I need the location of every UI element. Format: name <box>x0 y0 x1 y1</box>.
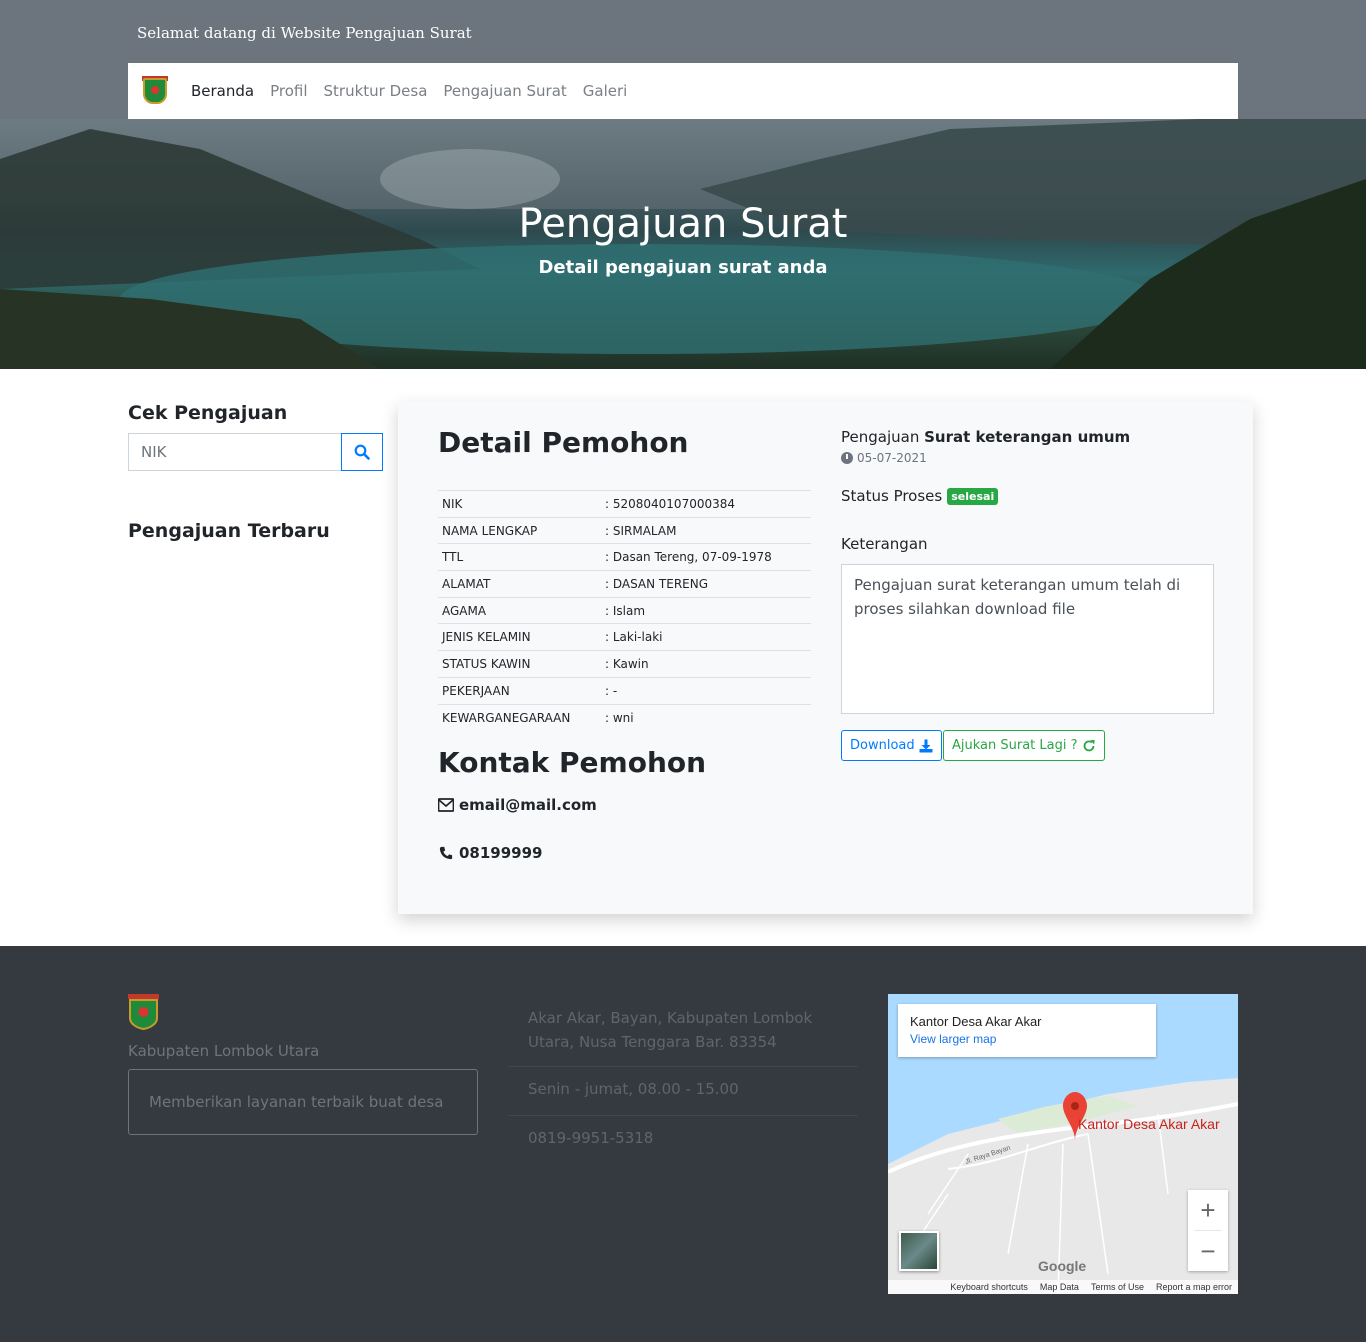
info-value: : Kawin <box>601 650 811 678</box>
info-label: NAMA LENGKAP <box>438 516 601 544</box>
info-value: : SIRMALAM <box>601 516 811 544</box>
nav-struktur-desa[interactable]: Struktur Desa <box>324 82 428 100</box>
pengajuan-jenis: Surat keterangan umum <box>924 428 1131 446</box>
keterangan-textarea[interactable]: Pengajuan surat keterangan umum telah di… <box>841 564 1214 714</box>
nav-pengajuan-surat[interactable]: Pengajuan Surat <box>443 82 566 100</box>
village-logo[interactable] <box>142 76 168 106</box>
pengajuan-prefix: Pengajuan <box>841 428 920 446</box>
kontak-pemohon-title: Kontak Pemohon <box>438 746 707 779</box>
info-label: NIK <box>438 490 601 518</box>
info-value: : Islam <box>601 596 811 624</box>
status-badge: selesai <box>947 487 999 505</box>
info-row: JENIS KELAMIN: Laki-laki <box>438 623 811 651</box>
phone-icon <box>439 846 453 860</box>
pemohon-info-table: NIK: 5208040107000384 NAMA LENGKAP: SIRMA… <box>438 490 811 731</box>
envelope-icon <box>438 798 454 812</box>
nav-beranda[interactable]: Beranda <box>191 82 254 100</box>
info-row: NIK: 5208040107000384 <box>438 490 811 518</box>
map-zoom-control: + − <box>1188 1190 1228 1271</box>
info-row: STATUS KAWIN: Kawin <box>438 650 811 678</box>
email-text: email@mail.com <box>459 796 597 814</box>
cek-pengajuan-title: Cek Pengajuan <box>128 402 288 424</box>
navbar: Beranda Profil Struktur Desa Pengajuan S… <box>128 63 1238 119</box>
map-footer: Keyboard shortcuts Map Data Terms of Use… <box>888 1280 1238 1294</box>
map-marker-label: Kantor Desa Akar Akar <box>1078 1116 1220 1132</box>
satellite-toggle[interactable] <box>899 1231 939 1271</box>
zoom-in-button[interactable]: + <box>1188 1190 1228 1230</box>
info-row: TTL: Dasan Tereng, 07-09-1978 <box>438 543 811 571</box>
welcome-text: Selamat datang di Website Pengajuan Sura… <box>137 24 472 42</box>
status-label: Status Proses <box>841 487 943 505</box>
ajukan-lagi-button[interactable]: Ajukan Surat Lagi ? <box>943 730 1105 761</box>
ajukan-lagi-label: Ajukan Surat Lagi ? <box>952 738 1078 753</box>
search-button[interactable] <box>341 433 383 471</box>
footer-hours: Senin - jumat, 08.00 - 15.00 <box>528 1080 739 1098</box>
footer-org-name: Kabupaten Lombok Utara <box>128 1042 320 1060</box>
google-map[interactable]: Jl. Raya Bayan Kantor Desa Akar Akar Vie… <box>888 994 1238 1294</box>
download-button[interactable]: Download <box>841 730 942 761</box>
phone-text: 08199999 <box>459 844 543 862</box>
info-row: AGAMA: Islam <box>438 596 811 624</box>
nav-galeri[interactable]: Galeri <box>583 82 628 100</box>
clock-icon <box>841 452 853 464</box>
pengajuan-heading: Pengajuan Surat keterangan umum <box>841 428 1130 446</box>
date-text: 05-07-2021 <box>857 451 927 465</box>
keyboard-shortcuts-link[interactable]: Keyboard shortcuts <box>950 1282 1028 1292</box>
nik-search-input[interactable] <box>128 433 342 471</box>
terms-link[interactable]: Terms of Use <box>1091 1282 1144 1292</box>
info-label: AGAMA <box>438 596 601 624</box>
info-label: STATUS KAWIN <box>438 650 601 678</box>
info-row: PEKERJAAN: - <box>438 676 811 704</box>
report-error-link[interactable]: Report a map error <box>1156 1282 1232 1292</box>
detail-pemohon-title: Detail Pemohon <box>438 426 689 459</box>
info-row: KEWARGANEGARAAN: wni <box>438 703 811 731</box>
google-logo: Google <box>1038 1258 1087 1274</box>
info-label: KEWARGANEGARAAN <box>438 703 601 731</box>
refresh-icon <box>1083 739 1095 751</box>
detail-card: Detail Pemohon NIK: 5208040107000384 NAMA… <box>398 402 1253 914</box>
status-proses: Status Proses selesai <box>841 487 999 505</box>
phone-contact: 08199999 <box>438 844 543 862</box>
info-row: ALAMAT: DASAN TERENG <box>438 570 811 598</box>
footer: Kabupaten Lombok Utara Memberikan layana… <box>0 946 1366 1342</box>
info-label: PEKERJAAN <box>438 676 601 704</box>
info-value: : Dasan Tereng, 07-09-1978 <box>601 543 811 571</box>
footer-logo <box>128 994 159 1030</box>
hero-subtitle: Detail pengajuan surat anda <box>538 257 828 278</box>
footer-tagline-box: Memberikan layanan terbaik buat desa <box>128 1069 478 1135</box>
map-info-card: Kantor Desa Akar Akar View larger map <box>898 1004 1156 1057</box>
zoom-out-button[interactable]: − <box>1188 1231 1228 1271</box>
hero-banner: Pengajuan Surat Detail pengajuan surat a… <box>0 119 1366 369</box>
info-row: NAMA LENGKAP: SIRMALAM <box>438 516 811 544</box>
footer-divider <box>508 1115 858 1116</box>
footer-divider <box>508 1066 858 1067</box>
footer-phone: 0819-9951-5318 <box>528 1129 654 1147</box>
info-value: : DASAN TERENG <box>601 570 811 598</box>
email-contact: email@mail.com <box>438 796 597 814</box>
pengajuan-date: 05-07-2021 <box>841 451 927 465</box>
map-data-link[interactable]: Map Data <box>1040 1282 1079 1292</box>
info-value: : 5208040107000384 <box>601 490 811 518</box>
map-place-title: Kantor Desa Akar Akar <box>910 1014 1042 1029</box>
view-larger-map-link[interactable]: View larger map <box>910 1032 1144 1046</box>
footer-address: Akar Akar, Bayan, Kabupaten Lombok Utara… <box>528 1009 813 1051</box>
download-icon <box>919 739 933 752</box>
download-label: Download <box>850 738 915 753</box>
info-value: : wni <box>601 703 811 731</box>
info-label: TTL <box>438 543 601 571</box>
info-value: : - <box>601 676 811 704</box>
top-bar: Selamat datang di Website Pengajuan Sura… <box>0 0 1366 119</box>
keterangan-label: Keterangan <box>841 535 928 553</box>
info-label: JENIS KELAMIN <box>438 623 601 651</box>
nav-profil[interactable]: Profil <box>270 82 307 100</box>
hero-title: Pengajuan Surat <box>518 201 848 247</box>
info-label: ALAMAT <box>438 570 601 598</box>
info-value: : Laki-laki <box>601 623 811 651</box>
pengajuan-terbaru-title: Pengajuan Terbaru <box>128 520 330 542</box>
search-icon <box>354 444 370 460</box>
